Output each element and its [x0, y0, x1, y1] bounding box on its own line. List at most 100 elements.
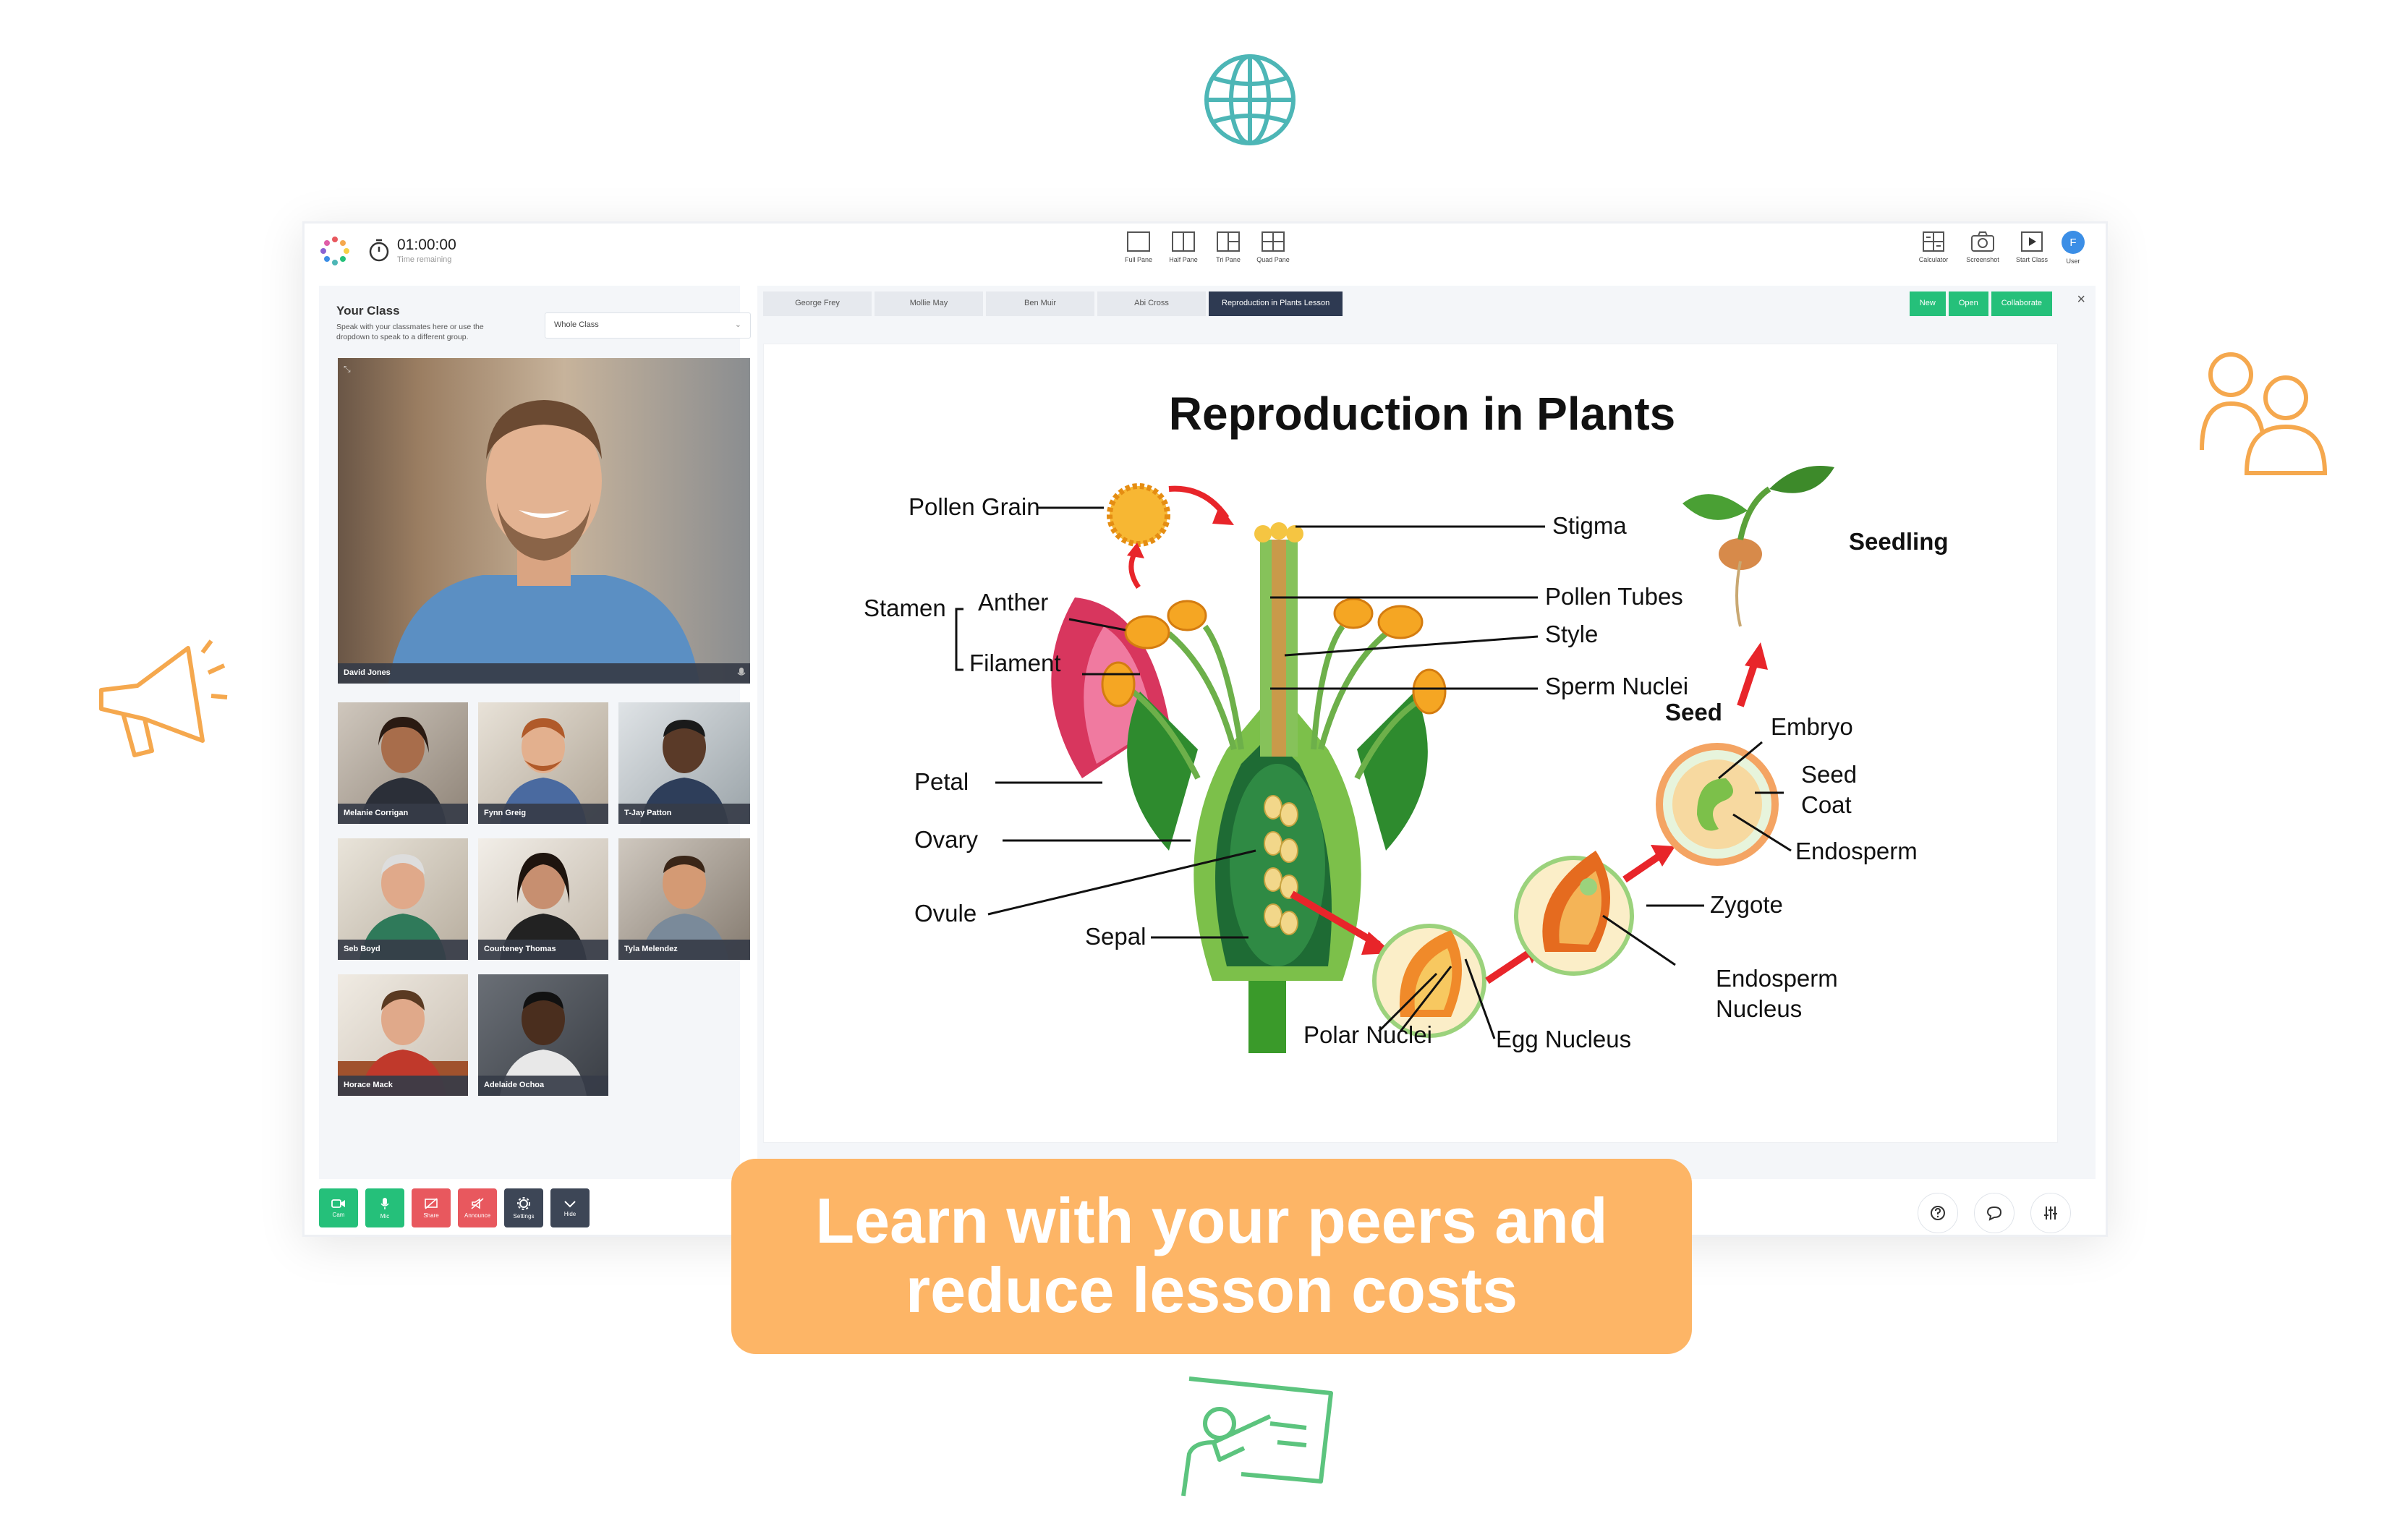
top-bar: 01:00:00 Time remaining Full Pane Half P… [305, 224, 2106, 284]
cam-label: Cam [332, 1211, 345, 1218]
group-select-value: Whole Class [554, 320, 599, 329]
full-pane-label: Full Pane [1124, 256, 1153, 263]
lesson-area: George Frey Mollie May Ben Muir Abi Cros… [757, 286, 2096, 1179]
label-seed: Seed [1665, 699, 1722, 725]
help-icon [1931, 1206, 1945, 1220]
app-window: 01:00:00 Time remaining Full Pane Half P… [302, 221, 2108, 1237]
expand-icon[interactable]: ⤡ [344, 364, 351, 375]
share-button[interactable]: Share [412, 1188, 451, 1227]
screenshot-button[interactable]: Screenshot [1962, 231, 2003, 263]
half-pane-icon [1172, 231, 1195, 252]
hide-button[interactable]: Hide [550, 1188, 590, 1227]
quad-pane-label: Quad Pane [1256, 256, 1290, 263]
chevron-down-icon [564, 1200, 576, 1207]
camera-icon [1971, 231, 1994, 252]
whiteboard[interactable]: Reproduction in Plants Pollen Grain Stam… [763, 344, 2058, 1143]
app-logo [320, 237, 349, 265]
tab-reproduction-lesson[interactable]: Reproduction in Plants Lesson [1209, 291, 1343, 316]
help-button[interactable] [1918, 1193, 1958, 1233]
label-stigma: Stigma [1552, 512, 1627, 539]
half-pane-button[interactable]: Half Pane [1165, 231, 1201, 263]
label-filament: Filament [969, 650, 1061, 676]
label-petal: Petal [914, 768, 969, 795]
calculator-button[interactable]: Calculator [1913, 231, 1954, 263]
label-sepal: Sepal [1085, 923, 1146, 950]
mic-button[interactable]: Mic [365, 1188, 404, 1227]
megaphone-icon [99, 639, 228, 757]
play-icon [2021, 231, 2043, 252]
person-silhouette [388, 400, 699, 684]
promo-banner: Learn with your peers and reduce lesson … [731, 1159, 1692, 1354]
tab-abi-cross[interactable]: Abi Cross [1097, 291, 1206, 316]
tri-pane-label: Tri Pane [1216, 256, 1241, 263]
participant-tile[interactable]: Horace Mack [338, 974, 468, 1096]
calculator-label: Calculator [1918, 256, 1949, 263]
timer-icon [369, 239, 389, 262]
label-seed-coat-line2: Coat [1801, 791, 1852, 818]
quad-pane-button[interactable]: Quad Pane [1255, 231, 1291, 263]
tri-pane-button[interactable]: Tri Pane [1210, 231, 1246, 263]
start-class-button[interactable]: Start Class [2012, 231, 2052, 263]
main-video-tile[interactable]: ⤡ David Jones [338, 358, 750, 684]
participant-tile[interactable]: Fynn Greig [478, 702, 608, 824]
timer: 01:00:00 Time remaining [397, 237, 456, 264]
screenshot-label: Screenshot [1966, 256, 1999, 263]
timer-value: 01:00:00 [397, 237, 456, 253]
users-icon [2200, 352, 2328, 475]
chevron-down-icon: ⌄ [734, 320, 741, 329]
open-button[interactable]: Open [1948, 291, 1988, 316]
plant-reproduction-diagram: Reproduction in Plants Pollen Grain Stam… [864, 388, 1949, 1053]
new-button[interactable]: New [1909, 291, 1946, 316]
announce-button[interactable]: Announce [458, 1188, 497, 1227]
label-stamen: Stamen [864, 595, 946, 621]
announce-label: Announce [464, 1212, 491, 1219]
chat-button[interactable] [1974, 1193, 2015, 1233]
participant-tile[interactable]: Melanie Corrigan [338, 702, 468, 824]
label-sperm-nuclei: Sperm Nuclei [1545, 673, 1688, 699]
participant-name: Melanie Corrigan [338, 804, 468, 824]
banner-line-2: reduce lesson costs [905, 1254, 1518, 1326]
tab-george-frey[interactable]: George Frey [763, 291, 872, 316]
tab-mollie-may[interactable]: Mollie May [875, 291, 983, 316]
adjustments-button[interactable] [2030, 1193, 2071, 1233]
settings-button[interactable]: Settings [504, 1188, 543, 1227]
participant-tile[interactable]: Tyla Melendez [618, 838, 750, 960]
label-endosperm-nucleus-line2: Nucleus [1716, 995, 1802, 1022]
banner-line-1: Learn with your peers and [815, 1185, 1608, 1256]
full-pane-icon [1127, 231, 1150, 252]
participant-tile[interactable]: T-Jay Patton [618, 702, 750, 824]
calculator-icon [1923, 231, 1944, 252]
start-class-label: Start Class [2015, 256, 2048, 263]
mic-icon [737, 668, 746, 676]
collaborate-button[interactable]: Collaborate [1991, 291, 2052, 316]
label-style: Style [1545, 621, 1598, 647]
label-ovary: Ovary [914, 826, 979, 853]
class-description: Speak with your classmates here or use t… [336, 323, 484, 341]
participant-name: Seb Boyd [338, 940, 468, 960]
label-seedling: Seedling [1849, 528, 1949, 555]
participant-tile[interactable]: Adelaide Ochoa [478, 974, 608, 1096]
participant-tile[interactable]: Seb Boyd [338, 838, 468, 960]
tab-ben-muir[interactable]: Ben Muir [986, 291, 1094, 316]
user-menu[interactable]: F User [2061, 231, 2085, 265]
participant-tile[interactable]: Courteney Thomas [478, 838, 608, 960]
participant-name: T-Jay Patton [618, 804, 750, 824]
sliders-icon [2044, 1207, 2057, 1220]
close-icon[interactable]: × [2077, 291, 2085, 308]
timer-label: Time remaining [397, 255, 452, 264]
label-ovule: Ovule [914, 900, 977, 927]
chat-icon [1986, 1206, 2002, 1221]
share-label: Share [423, 1212, 439, 1219]
cam-button[interactable]: Cam [319, 1188, 358, 1227]
microphone-icon [380, 1197, 389, 1209]
gear-icon [517, 1196, 530, 1210]
quad-pane-icon [1262, 231, 1285, 252]
user-avatar: F [2062, 231, 2085, 254]
group-select[interactable]: Whole Class ⌄ [545, 312, 751, 339]
settings-label: Settings [513, 1212, 535, 1220]
board-actions: New Open Collaborate [1909, 291, 2052, 316]
hide-label: Hide [563, 1210, 577, 1217]
mic-label: Mic [380, 1212, 390, 1220]
half-pane-label: Half Pane [1169, 256, 1198, 263]
full-pane-button[interactable]: Full Pane [1120, 231, 1157, 263]
